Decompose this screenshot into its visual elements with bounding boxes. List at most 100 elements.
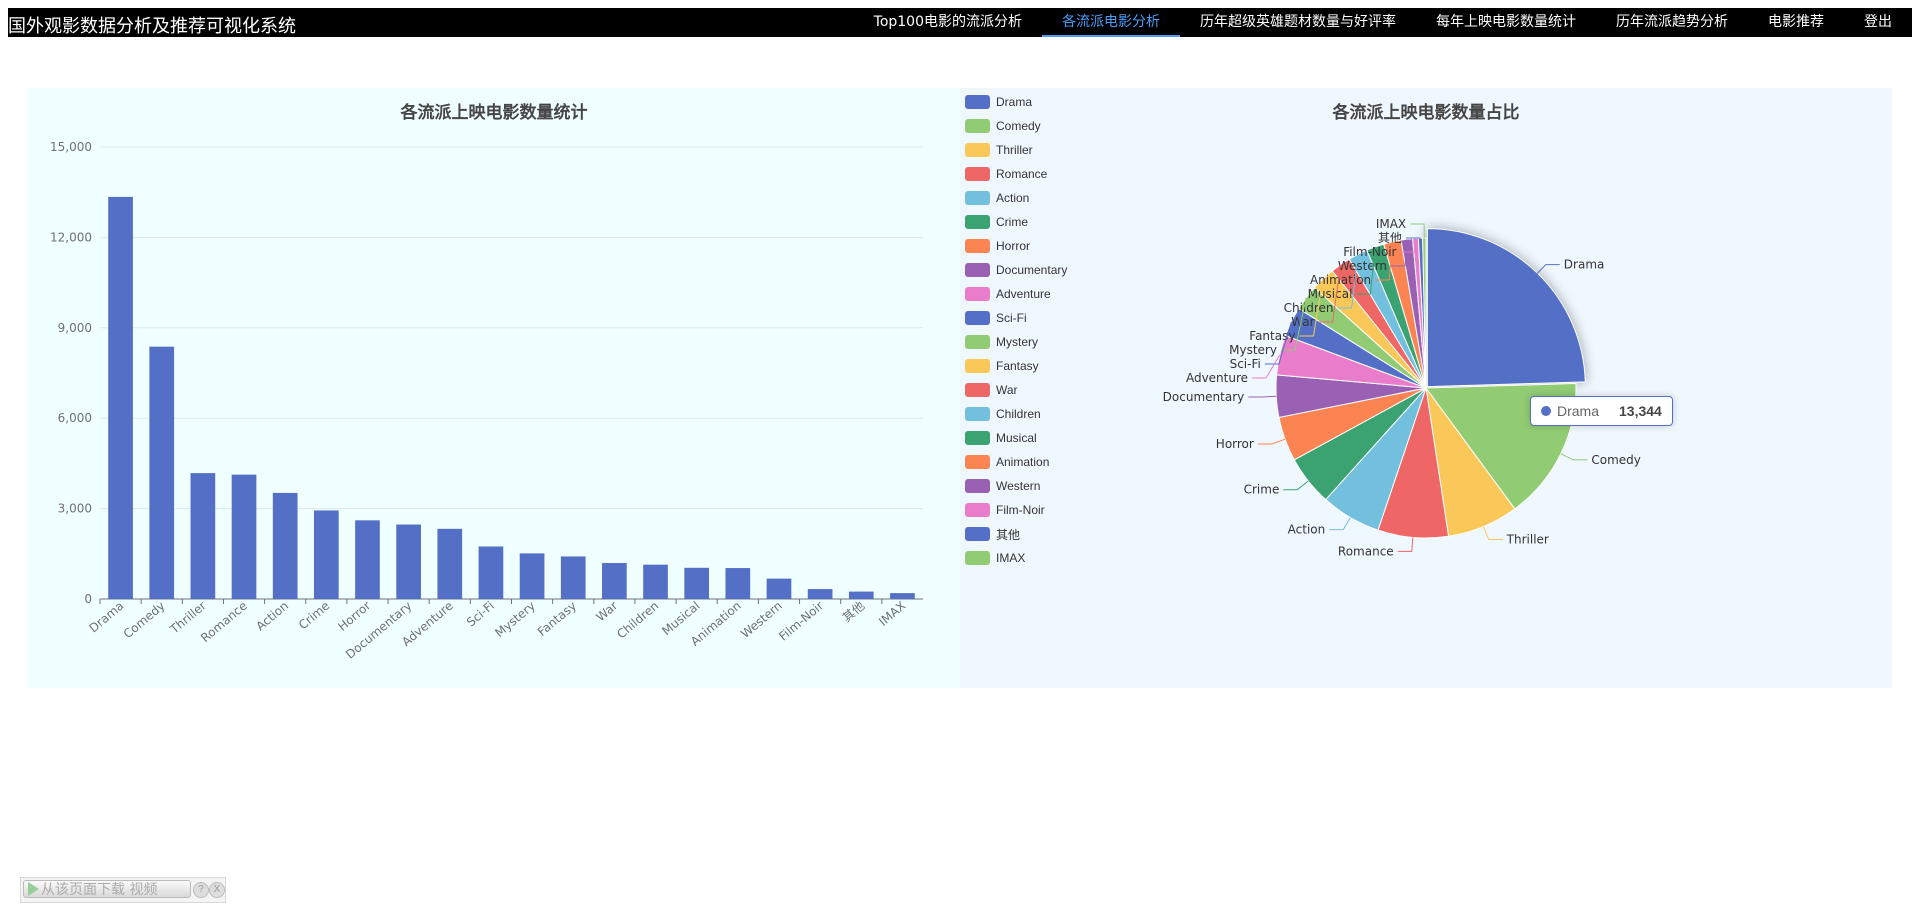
close-icon[interactable]: X	[209, 882, 225, 898]
pie-label: War	[1291, 315, 1314, 329]
pie-label: Romance	[1338, 544, 1394, 558]
bar-Animation[interactable]	[725, 568, 751, 599]
legend-item[interactable]: Fantasy	[965, 354, 1067, 378]
legend-item[interactable]: Thriller	[965, 138, 1067, 162]
legend-swatch	[965, 95, 990, 109]
legend-item[interactable]: Romance	[965, 162, 1067, 186]
legend-item[interactable]: Drama	[965, 90, 1067, 114]
legend-item[interactable]: IMAX	[965, 546, 1067, 570]
bar-Comedy[interactable]	[149, 346, 175, 599]
pie-label: Animation	[1310, 273, 1371, 287]
bar-Western[interactable]	[766, 578, 792, 599]
nav-item-yearly-count[interactable]: 每年上映电影数量统计	[1416, 8, 1596, 37]
nav-item-genre-analysis[interactable]: 各流派电影分析	[1042, 8, 1180, 37]
legend-item[interactable]: Children	[965, 402, 1067, 426]
label-line	[1397, 537, 1414, 552]
pie-label: Action	[1288, 523, 1326, 537]
x-tick-label: Sci-Fi	[464, 599, 497, 630]
legend-item[interactable]: Animation	[965, 450, 1067, 474]
legend-item[interactable]: Horror	[965, 234, 1067, 258]
label-line	[1560, 453, 1588, 461]
bar-Crime[interactable]	[313, 510, 339, 599]
legend-swatch	[965, 479, 990, 493]
legend-label: Comedy	[996, 119, 1041, 133]
legend-item[interactable]: Documentary	[965, 258, 1067, 282]
nav-item-superhero[interactable]: 历年超级英雄题材数量与好评率	[1180, 8, 1416, 37]
label-line	[1535, 264, 1560, 275]
legend-label: 其他	[996, 527, 1021, 542]
bar-Documentary[interactable]	[396, 524, 421, 599]
legend-swatch	[965, 359, 990, 373]
download-video-label: 从该页面下载 视频	[41, 882, 158, 898]
label-line	[1257, 438, 1286, 445]
legend-item[interactable]: Sci-Fi	[965, 306, 1067, 330]
bar-chart: 03,0006,0009,00012,00015,000DramaComedy T…	[50, 140, 923, 662]
bar-Mystery[interactable]	[519, 553, 545, 599]
bar-Children[interactable]	[643, 564, 668, 599]
pie-chart-panel: 各流派上映电影数量占比 Drama Comedy Thriller Romance Ac…	[960, 88, 1892, 688]
y-tick-label: 12,000	[50, 230, 92, 244]
bar-Drama[interactable]	[108, 196, 133, 599]
legend-item[interactable]: 其他	[965, 522, 1067, 546]
legend-swatch	[965, 311, 990, 325]
nav-item-recommend[interactable]: 电影推荐	[1748, 8, 1844, 37]
y-tick-label: 15,000	[50, 140, 92, 154]
y-tick-label: 9,000	[58, 321, 92, 335]
bar-Adventure[interactable]	[437, 528, 463, 599]
legend-item[interactable]: Adventure	[965, 282, 1067, 306]
nav-item-top100[interactable]: Top100电影的流派分析	[854, 8, 1042, 37]
legend-swatch	[965, 263, 990, 277]
legend-item[interactable]: Comedy	[965, 114, 1067, 138]
pie-label: Mystery	[1229, 343, 1277, 357]
legend-swatch	[965, 143, 990, 157]
legend-swatch	[965, 383, 990, 397]
download-video-button[interactable]: 从该页面下载 视频	[23, 880, 191, 898]
legend-item[interactable]: Action	[965, 186, 1067, 210]
legend-swatch	[965, 551, 990, 565]
pie-tooltip: Drama 13,344	[1530, 396, 1673, 426]
bar-Musical[interactable]	[684, 567, 710, 599]
bar-Fantasy[interactable]	[560, 556, 586, 599]
legend-item[interactable]: War	[965, 378, 1067, 402]
legend-label: Crime	[996, 215, 1028, 229]
bar-Action[interactable]	[272, 492, 298, 599]
label-line	[1482, 526, 1503, 541]
bar-War[interactable]	[602, 563, 627, 599]
legend-item[interactable]: Film-Noir	[965, 498, 1067, 522]
legend-item[interactable]: Musical	[965, 426, 1067, 450]
legend-label: Fantasy	[996, 359, 1039, 373]
x-tick-label: Crime	[296, 599, 332, 633]
x-tick-label: Romance	[198, 599, 250, 646]
pie-slice-Drama[interactable]	[1426, 228, 1586, 388]
legend-item[interactable]: Crime	[965, 210, 1067, 234]
legend-swatch	[965, 191, 990, 205]
legend-label: Film-Noir	[996, 503, 1045, 517]
legend-item[interactable]: Western	[965, 474, 1067, 498]
legend-label: Action	[996, 191, 1030, 205]
nav-item-logout[interactable]: 登出	[1844, 8, 1912, 37]
pie-label: Documentary	[1163, 390, 1245, 404]
bar-Horror[interactable]	[355, 520, 380, 599]
legend-swatch	[965, 215, 990, 229]
pie-label: Sci-Fi	[1230, 357, 1261, 371]
y-tick-label: 3,000	[58, 502, 92, 516]
nav-item-genre-trend[interactable]: 历年流派趋势分析	[1596, 8, 1748, 37]
help-icon[interactable]: ?	[193, 882, 209, 898]
x-tick-label: Children	[614, 599, 661, 642]
legend-swatch	[965, 239, 990, 253]
legend-swatch	[965, 119, 990, 133]
bar-其他[interactable]	[848, 591, 874, 599]
bar-Romance[interactable]	[231, 474, 257, 599]
legend-swatch	[965, 503, 990, 517]
bar-Thriller[interactable]	[190, 473, 216, 599]
legend-label: Animation	[996, 455, 1050, 469]
bar-Film-Noir[interactable]	[807, 589, 833, 599]
legend-swatch	[965, 455, 990, 469]
pie-chart-title: 各流派上映电影数量占比	[1332, 103, 1520, 123]
pie-chart: Drama Comedy Thriller IMAX其他Film-NoirWester…	[1163, 217, 1641, 558]
legend-item[interactable]: Mystery	[965, 330, 1067, 354]
pie-label: Musical	[1308, 287, 1353, 301]
tooltip-marker	[1541, 406, 1551, 416]
bar-IMAX[interactable]	[890, 593, 915, 599]
bar-Sci-Fi[interactable]	[478, 546, 504, 599]
